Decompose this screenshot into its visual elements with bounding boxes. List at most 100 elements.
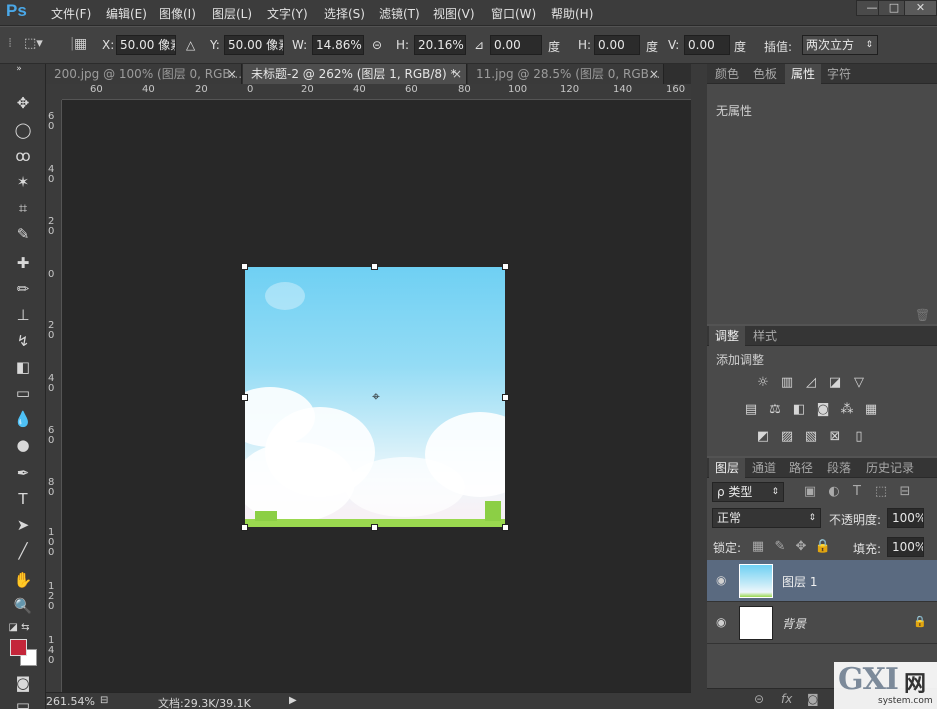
color-lookup-icon[interactable]: ▦ bbox=[862, 402, 880, 418]
tab-document-200[interactable]: 200.jpg @ 100% (图层 0, RGB... × bbox=[46, 64, 242, 84]
tab-character[interactable]: 字符 bbox=[821, 64, 857, 84]
history-brush-tool-icon[interactable]: ↯ bbox=[10, 330, 36, 352]
vertical-ruler[interactable]: 6 0 4 0 2 0 0 2 0 4 0 6 0 8 0 1 0 0 1 2 … bbox=[46, 100, 62, 692]
channel-mixer-icon[interactable]: ⁂ bbox=[838, 402, 856, 418]
transform-tool-icon[interactable]: ⬚▾ bbox=[24, 36, 43, 51]
eraser-tool-icon[interactable]: ◧ bbox=[10, 356, 36, 378]
tab-document-untitled-2[interactable]: 未标题-2 @ 262% (图层 1, RGB/8) * × bbox=[243, 64, 467, 84]
eye-icon[interactable]: ◉ bbox=[716, 573, 726, 587]
layer-name[interactable]: 图层 1 bbox=[782, 573, 817, 590]
transform-handle-left[interactable] bbox=[241, 394, 248, 401]
magic-wand-tool-icon[interactable]: ✶ bbox=[10, 171, 36, 193]
opacity-input[interactable]: 100% bbox=[887, 508, 924, 528]
type-tool-icon[interactable]: T bbox=[10, 488, 36, 510]
link-layers-icon[interactable]: ⊝ bbox=[754, 692, 764, 706]
healing-brush-tool-icon[interactable]: ✚ bbox=[10, 252, 36, 274]
posterize-icon[interactable]: ▨ bbox=[778, 429, 796, 445]
lock-position-icon[interactable]: ✥ bbox=[792, 539, 810, 555]
threshold-icon[interactable]: ▧ bbox=[802, 429, 820, 445]
tab-paragraph[interactable]: 段落 bbox=[821, 458, 857, 478]
clone-stamp-tool-icon[interactable]: ⊥ bbox=[10, 304, 36, 326]
close-icon[interactable]: × bbox=[649, 64, 659, 84]
menu-edit[interactable]: 编辑(E) bbox=[106, 5, 147, 22]
tab-paths[interactable]: 路径 bbox=[783, 458, 819, 478]
black-white-icon[interactable]: ◧ bbox=[790, 402, 808, 418]
collapse-toolbox-icon[interactable]: » bbox=[6, 64, 32, 74]
dodge-tool-icon[interactable]: ● bbox=[10, 434, 36, 456]
marquee-tool-icon[interactable]: ◯ bbox=[10, 119, 36, 141]
filter-smart-object-icon[interactable]: ⊟ bbox=[896, 484, 914, 500]
menu-select[interactable]: 选择(S) bbox=[324, 5, 365, 22]
levels-icon[interactable]: ▥ bbox=[778, 375, 796, 391]
curves-icon[interactable]: ◿ bbox=[802, 375, 820, 391]
transform-handle-top[interactable] bbox=[371, 263, 378, 270]
exposure-icon[interactable]: ◪ bbox=[826, 375, 844, 391]
blur-tool-icon[interactable]: 💧 bbox=[10, 408, 36, 430]
gradient-tool-icon[interactable]: ▭ bbox=[10, 382, 36, 404]
menu-layer[interactable]: 图层(L) bbox=[212, 5, 252, 22]
tab-history[interactable]: 历史记录 bbox=[860, 458, 920, 478]
eyedropper-tool-icon[interactable]: ✎ bbox=[10, 223, 36, 245]
lock-image-icon[interactable]: ✎ bbox=[771, 539, 789, 555]
zoom-tool-icon[interactable]: 🔍 bbox=[10, 595, 36, 617]
add-mask-icon[interactable]: ◙ bbox=[807, 692, 819, 706]
filter-shape-icon[interactable]: ⬚ bbox=[872, 484, 890, 500]
height-input[interactable]: 20.16% bbox=[414, 35, 466, 55]
relative-position-icon[interactable]: △ bbox=[186, 38, 195, 52]
selective-color-icon[interactable]: ⊠ bbox=[826, 429, 844, 445]
y-input[interactable]: 50.00 像素 bbox=[224, 35, 284, 55]
menu-window[interactable]: 窗口(W) bbox=[491, 5, 536, 22]
width-input[interactable]: 14.86% bbox=[312, 35, 364, 55]
close-window-button[interactable]: ✕ bbox=[904, 0, 937, 16]
eye-icon[interactable]: ◉ bbox=[716, 615, 726, 629]
fill-input[interactable]: 100% bbox=[887, 537, 924, 557]
color-balance-icon[interactable]: ⚖ bbox=[766, 402, 784, 418]
trash-icon[interactable]: 🗑 bbox=[915, 308, 930, 322]
document-info-icon[interactable]: ⊟ bbox=[100, 695, 108, 706]
filter-pixel-icon[interactable]: ▣ bbox=[801, 484, 819, 500]
tab-layers[interactable]: 图层 bbox=[709, 458, 746, 478]
tab-color[interactable]: 颜色 bbox=[709, 64, 745, 84]
interpolation-select[interactable]: 两次立方 ⇕ bbox=[802, 35, 878, 55]
hskew-input[interactable]: 0.00 bbox=[594, 35, 640, 55]
menu-image[interactable]: 图像(I) bbox=[159, 5, 196, 22]
hand-tool-icon[interactable]: ✋ bbox=[10, 569, 36, 591]
transform-handle-bottom-left[interactable] bbox=[241, 524, 248, 531]
transform-handle-bottom-right[interactable] bbox=[502, 524, 509, 531]
tab-styles[interactable]: 样式 bbox=[747, 326, 783, 346]
screen-mode-icon[interactable]: ▭ bbox=[10, 694, 36, 709]
menu-help[interactable]: 帮助(H) bbox=[551, 5, 593, 22]
layer-row[interactable]: ◉ 图层 1 bbox=[707, 560, 937, 602]
foreground-color-swatch[interactable] bbox=[10, 639, 27, 656]
tab-swatches[interactable]: 色板 bbox=[747, 64, 783, 84]
lock-transparent-icon[interactable]: ▦ bbox=[749, 539, 767, 555]
invert-icon[interactable]: ◩ bbox=[754, 429, 772, 445]
gradient-map-icon[interactable]: ▯ bbox=[850, 429, 868, 445]
layer-row[interactable]: ◉ 背景 🔒 bbox=[707, 602, 937, 644]
filter-adjustment-icon[interactable]: ◐ bbox=[825, 484, 843, 500]
brush-tool-icon[interactable]: ✏ bbox=[10, 278, 36, 300]
lasso-tool-icon[interactable]: ꝏ bbox=[10, 145, 36, 167]
x-input[interactable]: 50.00 像素 bbox=[116, 35, 176, 55]
close-icon[interactable]: × bbox=[452, 64, 462, 84]
transform-handle-right[interactable] bbox=[502, 394, 509, 401]
brightness-contrast-icon[interactable]: ☼ bbox=[754, 375, 772, 391]
reference-point-crosshair-icon[interactable]: ⌖ bbox=[368, 389, 384, 405]
tab-document-11[interactable]: 11.jpg @ 28.5% (图层 0, RGB... × bbox=[468, 64, 664, 84]
zoom-level[interactable]: 261.54% bbox=[46, 695, 95, 708]
default-colors-icon[interactable]: ◪ ⇆ bbox=[6, 617, 32, 639]
layer-name[interactable]: 背景 bbox=[782, 615, 806, 632]
link-icon[interactable]: ⊝ bbox=[372, 38, 382, 52]
transform-handle-top-left[interactable] bbox=[241, 263, 248, 270]
path-selection-tool-icon[interactable]: ➤ bbox=[10, 514, 36, 536]
quick-mask-icon[interactable]: ◙ bbox=[10, 672, 36, 694]
tab-adjustments[interactable]: 调整 bbox=[709, 326, 746, 346]
tab-properties[interactable]: 属性 bbox=[785, 64, 822, 84]
lock-all-icon[interactable]: 🔒 bbox=[814, 539, 832, 555]
close-icon[interactable]: × bbox=[227, 64, 237, 84]
vskew-input[interactable]: 0.00 bbox=[684, 35, 730, 55]
menu-type[interactable]: 文字(Y) bbox=[267, 5, 308, 22]
move-tool-icon[interactable]: ✥ bbox=[10, 92, 36, 114]
blend-mode-select[interactable]: 正常 ⇕ bbox=[712, 508, 821, 528]
reference-point-icon[interactable]: ▦ bbox=[74, 36, 87, 52]
